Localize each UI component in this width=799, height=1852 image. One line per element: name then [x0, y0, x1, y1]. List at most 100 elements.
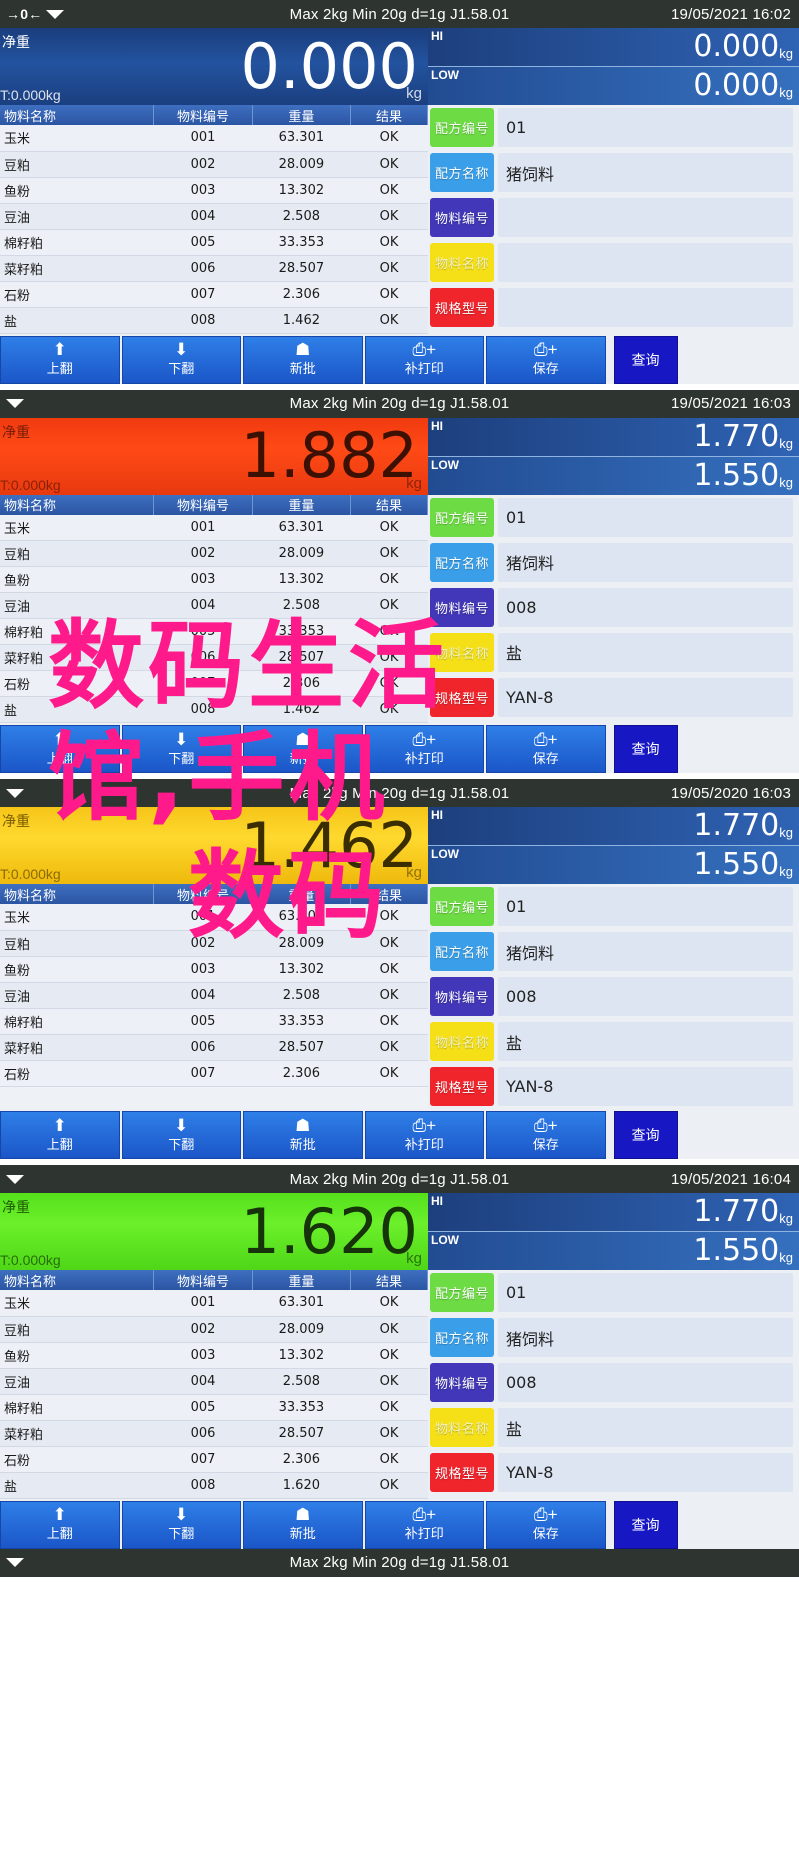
page-down-button[interactable]: ⬇ 下翻	[121, 725, 241, 773]
form-label-recipe-name[interactable]: 配方名称	[430, 542, 494, 582]
reprint-button[interactable]: ⎙+ 补打印	[364, 1500, 484, 1549]
form-label-material-name[interactable]: 物料名称	[430, 1022, 494, 1061]
form-label-recipe-name[interactable]: 配方名称	[430, 153, 494, 192]
table-row[interactable]: 菜籽粕 006 28.507 OK	[0, 1420, 428, 1447]
page-down-button[interactable]: ⬇ 下翻	[121, 1111, 241, 1159]
form-value-recipe-name[interactable]: 猪饲料	[498, 153, 793, 192]
form-label-model-spec[interactable]: 规格型号	[430, 288, 494, 327]
form-label-material-code[interactable]: 物料编号	[430, 198, 494, 237]
page-down-button[interactable]: ⬇ 下翻	[121, 335, 241, 384]
table-row[interactable]: 石粉 007 2.306 OK	[0, 670, 428, 697]
form-label-model-spec[interactable]: 规格型号	[430, 677, 494, 717]
table-row[interactable]: 盐 008 1.462 OK	[0, 696, 428, 723]
form-value-recipe-code[interactable]: 01	[498, 108, 793, 147]
table-row[interactable]: 豆粕 002 28.009 OK	[0, 540, 428, 567]
bottom-toolbar: ⬆ 上翻 ⬇ 下翻 ☗ 新批 ⎙+ 补打印 ⎙+ 保存 查询	[0, 1109, 799, 1159]
reprint-button[interactable]: ⎙+ 补打印	[364, 725, 484, 773]
form-label-recipe-code[interactable]: 配方编号	[430, 1273, 494, 1312]
form-value-material-name[interactable]: 盐	[498, 632, 793, 672]
table-row[interactable]: 豆油 004 2.508 OK	[0, 982, 428, 1009]
page-up-button[interactable]: ⬆ 上翻	[0, 1500, 120, 1549]
reprint-button[interactable]: ⎙+ 补打印	[364, 1111, 484, 1159]
table-row[interactable]: 盐 008 1.620 OK	[0, 1472, 428, 1499]
query-button[interactable]: 查询	[613, 335, 678, 384]
arrow-down-icon: ⬇	[174, 1505, 189, 1524]
new-batch-button[interactable]: ☗ 新批	[243, 1500, 363, 1549]
form-value-model-spec[interactable]: YAN-8	[498, 677, 793, 717]
table-row[interactable]: 石粉 007 2.306 OK	[0, 1060, 428, 1087]
query-button[interactable]: 查询	[613, 1500, 678, 1549]
form-value-material-code[interactable]: 008	[498, 587, 793, 627]
arrow-up-icon: ⬆	[52, 729, 67, 749]
form-label-material-name[interactable]: 物料名称	[430, 243, 494, 282]
table-row[interactable]: 豆粕 002 28.009 OK	[0, 1316, 428, 1343]
form-value-material-code[interactable]	[498, 198, 793, 237]
form-value-recipe-code[interactable]: 01	[498, 497, 793, 537]
table-row[interactable]: 豆粕 002 28.009 OK	[0, 930, 428, 957]
table-row[interactable]: 鱼粉 003 13.302 OK	[0, 1342, 428, 1369]
table-row[interactable]: 鱼粉 003 13.302 OK	[0, 177, 428, 204]
table-row[interactable]: 豆油 004 2.508 OK	[0, 203, 428, 230]
form-value-recipe-code[interactable]: 01	[498, 1273, 793, 1312]
form-label-model-spec[interactable]: 规格型号	[430, 1453, 494, 1492]
form-label-material-code[interactable]: 物料编号	[430, 1363, 494, 1402]
new-batch-button[interactable]: ☗ 新批	[243, 335, 363, 384]
table-row[interactable]: 石粉 007 2.306 OK	[0, 281, 428, 308]
table-row[interactable]: 豆油 004 2.508 OK	[0, 1368, 428, 1395]
page-up-button[interactable]: ⬆ 上翻	[0, 335, 120, 384]
form-label-material-code[interactable]: 物料编号	[430, 587, 494, 627]
form-label-recipe-code[interactable]: 配方编号	[430, 497, 494, 537]
table-row[interactable]: 玉米 001 63.301 OK	[0, 1290, 428, 1317]
form-value-recipe-name[interactable]: 猪饲料	[498, 932, 793, 971]
form-value-recipe-name[interactable]: 猪饲料	[498, 542, 793, 582]
page-up-button[interactable]: ⬆ 上翻	[0, 725, 120, 773]
form-value-material-code[interactable]: 008	[498, 1363, 793, 1402]
form-label-material-name[interactable]: 物料名称	[430, 1408, 494, 1447]
form-value-material-name[interactable]	[498, 243, 793, 282]
form-label-recipe-name[interactable]: 配方名称	[430, 932, 494, 971]
table-row[interactable]: 菜籽粕 006 28.507 OK	[0, 255, 428, 282]
form-label-model-spec[interactable]: 规格型号	[430, 1067, 494, 1106]
save-button[interactable]: ⎙+ 保存	[486, 1500, 606, 1549]
page-up-button[interactable]: ⬆ 上翻	[0, 1111, 120, 1159]
query-button[interactable]: 查询	[613, 1111, 678, 1159]
table-row[interactable]: 棉籽粕 005 33.353 OK	[0, 1008, 428, 1035]
form-value-model-spec[interactable]	[498, 288, 793, 327]
table-row[interactable]: 玉米 001 63.301 OK	[0, 514, 428, 541]
form-label-recipe-code[interactable]: 配方编号	[430, 887, 494, 926]
form-label-recipe-name[interactable]: 配方名称	[430, 1318, 494, 1357]
page-down-button[interactable]: ⬇ 下翻	[121, 1500, 241, 1549]
save-button[interactable]: ⎙+ 保存	[486, 335, 606, 384]
form-value-model-spec[interactable]: YAN-8	[498, 1453, 793, 1492]
table-row[interactable]: 鱼粉 003 13.302 OK	[0, 566, 428, 593]
new-batch-button[interactable]: ☗ 新批	[243, 1111, 363, 1159]
form-value-model-spec[interactable]: YAN-8	[498, 1067, 793, 1106]
table-row[interactable]: 豆粕 002 28.009 OK	[0, 151, 428, 178]
table-row[interactable]: 石粉 007 2.306 OK	[0, 1446, 428, 1473]
table-row[interactable]: 棉籽粕 005 33.353 OK	[0, 1394, 428, 1421]
form-value-recipe-code[interactable]: 01	[498, 887, 793, 926]
cell-result: OK	[350, 540, 428, 567]
form-value-material-name[interactable]: 盐	[498, 1022, 793, 1061]
form-value-recipe-name[interactable]: 猪饲料	[498, 1318, 793, 1357]
table-row[interactable]: 棉籽粕 005 33.353 OK	[0, 618, 428, 645]
table-row[interactable]: 豆油 004 2.508 OK	[0, 592, 428, 619]
form-value-material-name[interactable]: 盐	[498, 1408, 793, 1447]
table-row[interactable]: 玉米 001 63.301 OK	[0, 904, 428, 931]
save-button[interactable]: ⎙+ 保存	[486, 725, 606, 773]
table-row[interactable]: 棉籽粕 005 33.353 OK	[0, 229, 428, 256]
table-row[interactable]: 菜籽粕 006 28.507 OK	[0, 644, 428, 671]
save-button[interactable]: ⎙+ 保存	[486, 1111, 606, 1159]
table-row[interactable]: 盐 008 1.462 OK	[0, 307, 428, 334]
table-row[interactable]: 菜籽粕 006 28.507 OK	[0, 1034, 428, 1061]
query-button[interactable]: 查询	[613, 725, 678, 773]
form-label-material-name[interactable]: 物料名称	[430, 632, 494, 672]
table-row[interactable]: 鱼粉 003 13.302 OK	[0, 956, 428, 983]
table-row[interactable]: 玉米 001 63.301 OK	[0, 125, 428, 152]
reprint-button[interactable]: ⎙+ 补打印	[364, 335, 484, 384]
new-batch-button[interactable]: ☗ 新批	[243, 725, 363, 773]
form-value-material-code[interactable]: 008	[498, 977, 793, 1016]
form-label-material-code[interactable]: 物料编号	[430, 977, 494, 1016]
cell-material-name: 豆粕	[0, 930, 154, 957]
form-label-recipe-code[interactable]: 配方编号	[430, 108, 494, 147]
